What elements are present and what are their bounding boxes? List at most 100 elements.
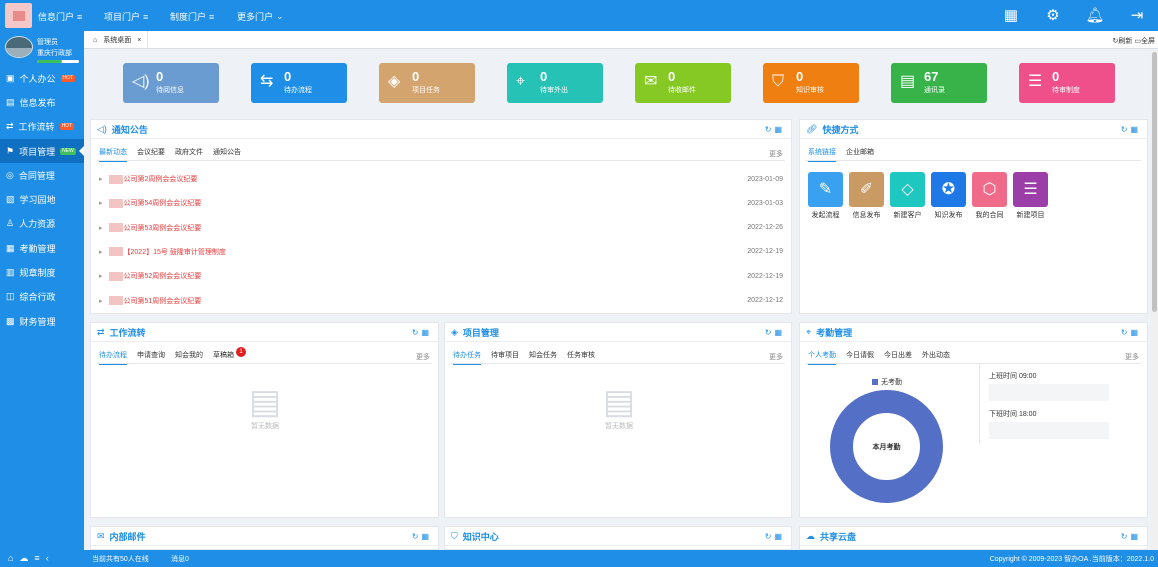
tile-label: 待收邮件 <box>668 87 696 94</box>
tile-count: 0 <box>284 69 292 84</box>
notice-row[interactable]: ▸ 【2022】15号 鼓隆审计管理制度 2022-12-19 <box>99 245 783 259</box>
sidebar-item-label: 规章制度 <box>19 268 56 279</box>
sidebar-item[interactable]: ▦ 考勤管理 <box>0 236 84 260</box>
stat-tile[interactable]: ◈ 0 项目任务 <box>379 63 475 103</box>
topnav-more-portal[interactable]: 更多门户 ⌄ <box>237 10 284 23</box>
sidebar-item-label: 综合行政 <box>19 292 56 303</box>
notice-title[interactable]: 公司第2周例会会议纪要 <box>124 174 198 184</box>
shortcut-button[interactable]: ☰ <box>1013 172 1048 207</box>
hot-badge: HOT <box>60 74 76 82</box>
notice-title[interactable]: 公司第53周例会会议纪要 <box>124 223 202 233</box>
refresh-grid-icon[interactable]: ↻▦ <box>1121 328 1141 337</box>
stat-tile[interactable]: ▤ 67 通讯录 <box>891 63 987 103</box>
logout-icon[interactable]: ⇥ <box>1116 0 1158 31</box>
sidebar-item-label: 人力资源 <box>19 219 56 230</box>
count-badge: 1 <box>236 347 246 357</box>
refresh-grid-icon[interactable]: ↻▦ <box>765 328 785 337</box>
off-duty-time: 下班时间 18:00 <box>989 411 1037 418</box>
tile-label: 知识审核 <box>796 87 824 94</box>
refresh-grid-icon[interactable]: ↻▦ <box>1121 532 1141 541</box>
chevron-down-icon: ⌄ <box>276 11 284 21</box>
notice-title[interactable]: 【2022】15号 鼓隆审计管理制度 <box>124 247 226 257</box>
message-count[interactable]: 消息0 <box>171 554 189 564</box>
topnav-project-portal[interactable]: 项目门户 ≡ <box>104 10 148 23</box>
shortcut-button[interactable]: ✐ <box>849 172 884 207</box>
attendance-panel: ⌖ 考勤管理 ↻▦ 个人考勤 今日请假 今日出差 外出动态 更多 无考勤 本月考勤 上班时… <box>799 322 1148 518</box>
sidebar-item-label: 学习园地 <box>19 195 56 206</box>
mail-icon: ✉ <box>97 530 105 541</box>
shortcut-button[interactable]: ◇ <box>890 172 925 207</box>
hot-badge: HOT <box>59 123 75 131</box>
tile-label: 待阅信息 <box>156 87 184 94</box>
more-link[interactable]: 更多 <box>769 149 783 159</box>
shortcut-label: 新建项目 <box>1016 212 1045 219</box>
settings-icon[interactable]: ⚙ <box>1032 0 1074 31</box>
sidebar-item[interactable]: ▩ 财务管理 <box>0 309 84 333</box>
sidebar-item-label: 个人办公 <box>19 73 56 84</box>
menu-icon: ≡ <box>209 11 215 22</box>
sidebar-item[interactable]: ◫ 综合行政 <box>0 285 84 309</box>
sidebar-item[interactable]: ▥ 规章制度 <box>0 260 84 284</box>
notice-row[interactable]: ▸ 公司第54周例会会议纪要 2023-01-03 <box>99 196 783 210</box>
notice-title[interactable]: 公司第51周例会会议纪要 <box>124 296 202 306</box>
stat-tile[interactable]: ⛉ 0 知识审核 <box>763 63 859 103</box>
empty-doc-icon: ▤ <box>248 383 282 421</box>
sidebar-icon: ◎ <box>6 169 14 180</box>
status-bar: ⌂☁≡‹ 当前共有50人在线 消息0 Copyright © 2009-2023… <box>0 550 1158 567</box>
stat-tile[interactable]: ☰ 0 待审制度 <box>1019 63 1115 103</box>
refresh-grid-icon[interactable]: ↻▦ <box>412 328 432 337</box>
avatar[interactable] <box>5 36 33 58</box>
stat-tile[interactable]: ◁) 0 待阅信息 <box>123 63 219 103</box>
stat-tile[interactable]: ✉ 0 待收邮件 <box>635 63 731 103</box>
close-icon[interactable]: × <box>137 37 141 44</box>
user-name: 管理员 <box>37 39 58 46</box>
notice-row[interactable]: ▸ 公司第53周例会会议纪要 2022-12-26 <box>99 221 783 235</box>
project-panel: ◈ 项目管理 ↻▦ 待办任务 待审项目 知会任务 任务审核 更多 ▤ 暂无数据 <box>444 322 792 518</box>
more-link[interactable]: 更多 <box>1125 352 1139 362</box>
shortcut-label: 新建客户 <box>893 212 922 219</box>
sidebar-item[interactable]: ⇄ 工作流转 HOT <box>0 115 84 139</box>
refresh-grid-icon[interactable]: ↻▦ <box>765 125 785 134</box>
notice-row[interactable]: ▸ 公司第51周例会会议纪要 2022-12-12 <box>99 294 783 308</box>
bullet-icon: ▸ <box>99 297 103 305</box>
shortcut-button[interactable]: ⬡ <box>972 172 1007 207</box>
topnav-policy-portal[interactable]: 制度门户 ≡ <box>170 10 214 23</box>
on-duty-time: 上班时间 09:00 <box>989 373 1037 380</box>
more-link[interactable]: 更多 <box>769 352 783 362</box>
sidebar-item[interactable]: ▤ 信息发布 <box>0 90 84 114</box>
statusbar-icons[interactable]: ⌂☁≡‹ <box>8 553 55 564</box>
refresh-grid-icon[interactable]: ↻▦ <box>765 532 785 541</box>
bell-icon[interactable]: 🔔︎ <box>1074 0 1116 31</box>
tile-icon: ⛉ <box>772 73 785 90</box>
apps-icon[interactable]: ▦ <box>990 0 1032 31</box>
bullet-icon: ▸ <box>99 224 103 232</box>
shortcut-button[interactable]: ✎ <box>808 172 843 207</box>
stat-tile[interactable]: ⌖ 0 待审外出 <box>507 63 603 103</box>
copyright: Copyright © 2009-2023 智办OA .当前版本：2022.1.… <box>989 556 1154 563</box>
refresh-button[interactable]: ↻刷新 <box>1113 38 1133 45</box>
tab-desktop[interactable]: ⌂ 系统桌面 × <box>87 31 149 49</box>
sidebar-icon: ⇄ <box>6 121 14 132</box>
notice-row[interactable]: ▸ 公司第52周例会会议纪要 2022-12-19 <box>99 269 783 283</box>
sidebar-item[interactable]: ◎ 合同管理 <box>0 163 84 187</box>
donut-center-label: 本月考勤 <box>872 442 901 451</box>
scrollbar[interactable] <box>1151 50 1158 550</box>
fullscreen-button[interactable]: ▭全屏 <box>1134 38 1155 45</box>
topnav-info-portal[interactable]: 信息门户 ≡ <box>38 10 82 23</box>
notice-row[interactable]: ▸ 公司第2周例会会议纪要 2023-01-09 <box>99 172 783 186</box>
shortcut-button[interactable]: ✪ <box>931 172 966 207</box>
tile-icon: ▤ <box>900 73 916 90</box>
attendance-donut-chart: 本月考勤 <box>830 390 943 503</box>
sidebar-item[interactable]: ⚑ 项目管理 NEW <box>0 138 84 164</box>
panel-title: 项目管理 <box>462 327 499 338</box>
redacted-prefix <box>108 198 123 208</box>
stat-tile[interactable]: ⇆ 0 待办流程 <box>251 63 347 103</box>
notice-title[interactable]: 公司第52周例会会议纪要 <box>124 271 202 281</box>
sidebar-item[interactable]: ♙ 人力资源 <box>0 212 84 236</box>
refresh-grid-icon[interactable]: ↻▦ <box>1121 125 1141 134</box>
refresh-grid-icon[interactable]: ↻▦ <box>412 532 432 541</box>
notice-title[interactable]: 公司第54周例会会议纪要 <box>124 198 202 208</box>
sidebar-item[interactable]: ▧ 学习园地 <box>0 187 84 211</box>
more-link[interactable]: 更多 <box>416 352 430 362</box>
sidebar-item[interactable]: ▣ 个人办公 HOT <box>0 66 84 90</box>
